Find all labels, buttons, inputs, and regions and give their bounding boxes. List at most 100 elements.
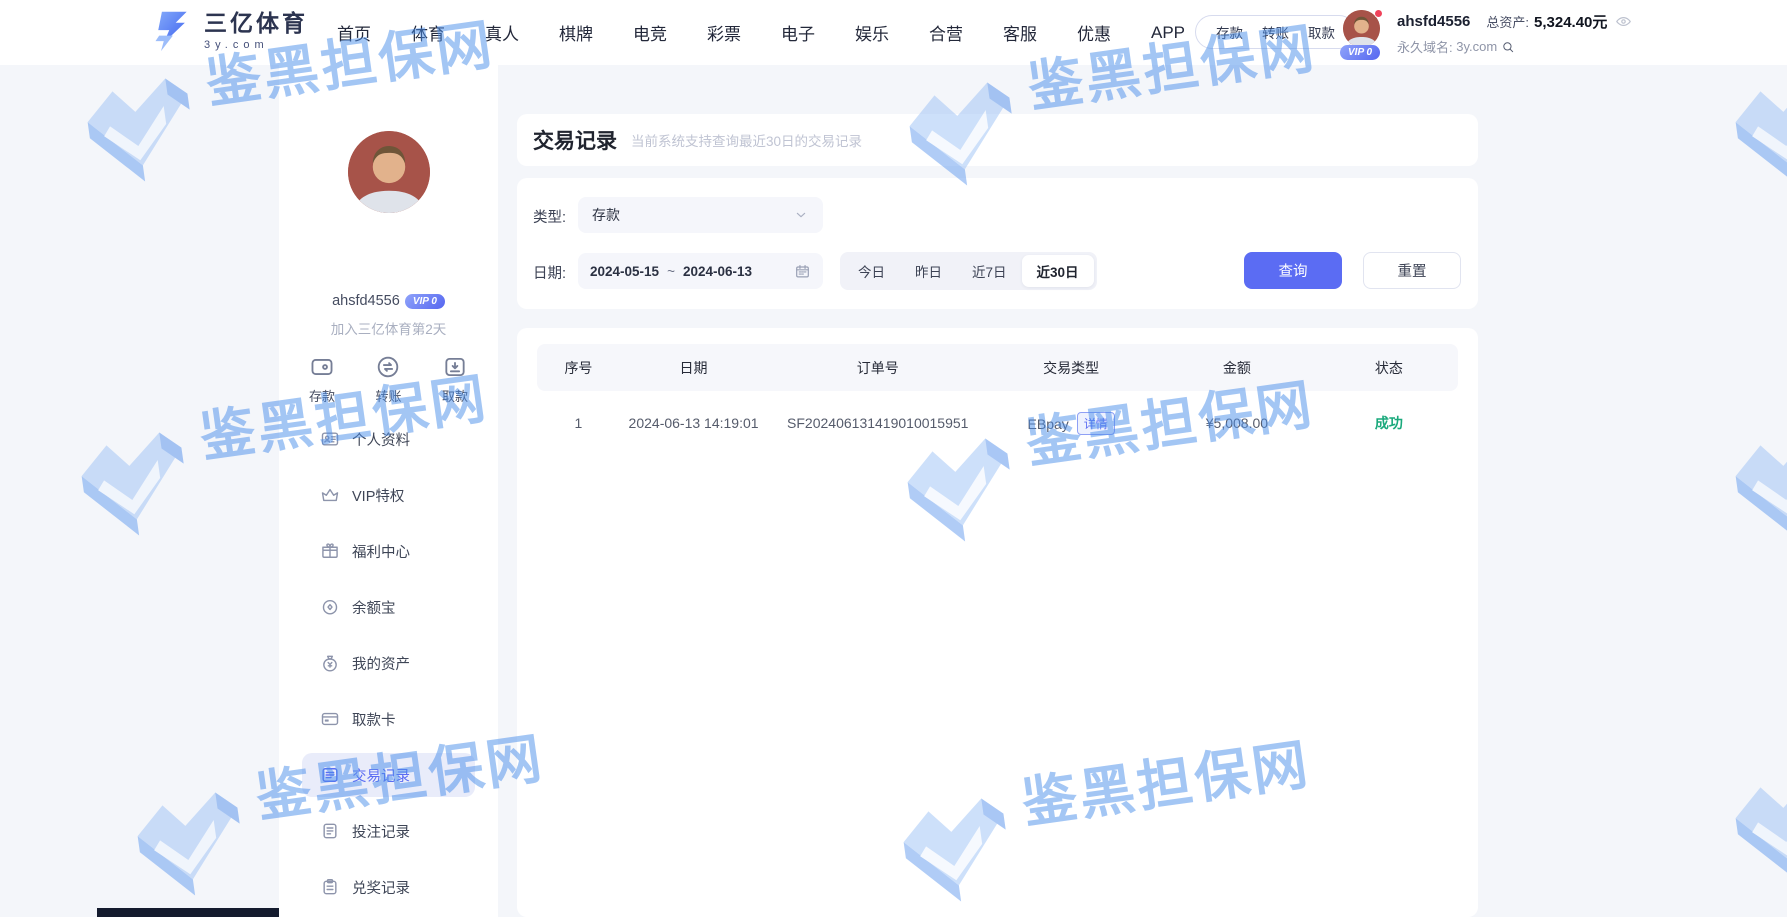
range-button-2[interactable]: 近7日 (957, 255, 1022, 287)
sidebar: ahsfd4556VIP 0 加入三亿体育第2天 存款 转账 取款 个人资料 V… (279, 65, 498, 917)
search-icon[interactable] (1501, 40, 1515, 54)
sidebar-item-welfare[interactable]: 福利中心 (302, 529, 475, 573)
cell-index: 1 (537, 415, 620, 431)
profile-username: ahsfd4556 (332, 293, 400, 309)
coin-circle-icon (320, 597, 340, 617)
sidebar-item-transactions[interactable]: 交易记录 (302, 753, 475, 797)
column-header: 日期 (620, 358, 767, 378)
page-title: 交易记录 (533, 125, 617, 155)
type-select[interactable]: 存款 (578, 197, 823, 233)
search-button[interactable]: 查询 (1244, 252, 1342, 289)
cell-amount: ¥5,008.00 (1154, 415, 1320, 431)
cell-status: 成功 (1320, 413, 1458, 433)
quick-action-deposit[interactable]: 存款 (309, 354, 335, 405)
nav-service[interactable]: 客服 (1003, 20, 1037, 45)
transactions-table-card: 序号日期订单号交易类型金额状态 1 2024-06-13 14:19:01 SF… (517, 328, 1478, 917)
date-range-input[interactable]: 2024-05-15 ~ 2024-06-13 (578, 253, 823, 289)
nav-promo[interactable]: 优惠 (1077, 20, 1111, 45)
topbar: 三亿体育 3y.com 首页 体育 真人 棋牌 电竞 彩票 电子 娱乐 合营 客服 优惠 APP 存款… (0, 0, 1787, 65)
nav-joint[interactable]: 合营 (929, 20, 963, 45)
nav-chess[interactable]: 棋牌 (559, 20, 593, 45)
chevron-down-icon (793, 207, 809, 223)
range-button-3[interactable]: 近30日 (1022, 255, 1094, 287)
column-header: 状态 (1320, 358, 1458, 378)
watermark: 鉴黑担保网 (1716, 713, 1787, 888)
nav-app[interactable]: APP (1151, 23, 1185, 43)
wallet-transfer-link[interactable]: 转账 (1262, 22, 1289, 42)
reset-button[interactable]: 重置 (1363, 252, 1461, 289)
sidebar-item-withdraw-card[interactable]: 取款卡 (302, 697, 475, 741)
date-label: 日期: (533, 262, 566, 283)
page-header-card: 交易记录 当前系统支持查询最近30日的交易记录 (517, 114, 1478, 166)
nav-home[interactable]: 首页 (337, 20, 371, 45)
type-label: 类型: (533, 206, 566, 227)
wallet-icon (309, 354, 335, 380)
nav-entertainment[interactable]: 娱乐 (855, 20, 889, 45)
sidebar-item-label: 福利中心 (352, 541, 410, 562)
table-header-row: 序号日期订单号交易类型金额状态 (537, 344, 1458, 391)
sidebar-item-label: 交易记录 (352, 765, 410, 786)
sidebar-item-vip[interactable]: VIP特权 (302, 473, 475, 517)
doc-icon (320, 821, 340, 841)
listdoc-icon (320, 765, 340, 785)
sidebar-item-label: 我的资产 (352, 653, 410, 674)
profile-avatar[interactable] (348, 131, 430, 213)
date-separator: ~ (667, 264, 675, 279)
sidebar-menu: 个人资料 VIP特权 福利中心 余额宝 我的资产 取款卡 交易记录 投注记录 (279, 417, 498, 917)
brand-logo-icon (150, 9, 194, 53)
sidebar-item-label: 兑奖记录 (352, 877, 410, 898)
brand-logo[interactable]: 三亿体育 3y.com (150, 9, 308, 53)
quick-action-transfer[interactable]: 转账 (375, 354, 401, 405)
user-block: VIP 0 ahsfd4556 总资产: 5,324.40元 永久域名: 3y.… (1343, 10, 1632, 60)
page-subtitle: 当前系统支持查询最近30日的交易记录 (631, 130, 862, 150)
range-button-1[interactable]: 昨日 (900, 255, 957, 287)
wallet-deposit-link[interactable]: 存款 (1216, 22, 1243, 42)
transfer-icon (375, 354, 401, 380)
cell-type: EBpay详情 (988, 412, 1154, 435)
assets-label: 总资产: (1486, 12, 1529, 31)
quick-action-withdraw[interactable]: 取款 (442, 354, 468, 405)
page: 三亿体育 3y.com 首页 体育 真人 棋牌 电竞 彩票 电子 娱乐 合营 客服 优惠 APP 存款… (0, 0, 1787, 917)
nav-lottery[interactable]: 彩票 (707, 20, 741, 45)
sidebar-item-label: VIP特权 (352, 485, 404, 506)
assets-value: 5,324.40元 (1534, 11, 1607, 32)
domain-value: 3y.com (1456, 39, 1497, 54)
notification-dot (1374, 9, 1383, 18)
eye-icon[interactable] (1615, 13, 1632, 30)
table-row: 1 2024-06-13 14:19:01 SF2024061314190100… (537, 398, 1458, 448)
quick-date-ranges: 今日昨日近7日近30日 (840, 252, 1097, 290)
sidebar-item-profile[interactable]: 个人资料 (302, 417, 475, 461)
vip-badge: VIP 0 (1340, 45, 1380, 60)
nav-live[interactable]: 真人 (485, 20, 519, 45)
idcard-icon (320, 429, 340, 449)
watermark: 鉴黑担保网 (1716, 371, 1787, 546)
sidebar-item-bets[interactable]: 投注记录 (302, 809, 475, 853)
nav-esports[interactable]: 电竞 (633, 20, 667, 45)
brand-text: 三亿体育 3y.com (204, 11, 308, 50)
cell-date: 2024-06-13 14:19:01 (620, 415, 767, 431)
quick-action-label: 转账 (375, 386, 401, 405)
profile-joined-text: 加入三亿体育第2天 (279, 318, 498, 338)
detail-button[interactable]: 详情 (1077, 412, 1115, 435)
footer-edge (97, 908, 279, 917)
sidebar-item-label: 投注记录 (352, 821, 410, 842)
clipboard-icon (320, 877, 340, 897)
nav-slots[interactable]: 电子 (781, 20, 815, 45)
sidebar-item-yuebao[interactable]: 余额宝 (302, 585, 475, 629)
column-header: 交易类型 (988, 358, 1154, 378)
crown-icon (320, 485, 340, 505)
sidebar-item-assets[interactable]: 我的资产 (302, 641, 475, 685)
username[interactable]: ahsfd4556 (1397, 13, 1470, 30)
quick-action-label: 取款 (442, 386, 468, 405)
date-from: 2024-05-15 (590, 264, 659, 279)
bankcard-icon (320, 709, 340, 729)
quick-action-label: 存款 (309, 386, 335, 405)
main-nav: 首页 体育 真人 棋牌 电竞 彩票 电子 娱乐 合营 客服 优惠 APP (337, 0, 1185, 65)
range-button-0[interactable]: 今日 (843, 255, 900, 287)
wallet-withdraw-link[interactable]: 取款 (1308, 22, 1335, 42)
sidebar-item-redeem[interactable]: 兑奖记录 (302, 865, 475, 909)
withdraw-icon (442, 354, 468, 380)
nav-sports[interactable]: 体育 (411, 20, 445, 45)
calendar-icon (794, 263, 811, 280)
user-avatar-col: VIP 0 (1343, 10, 1389, 60)
